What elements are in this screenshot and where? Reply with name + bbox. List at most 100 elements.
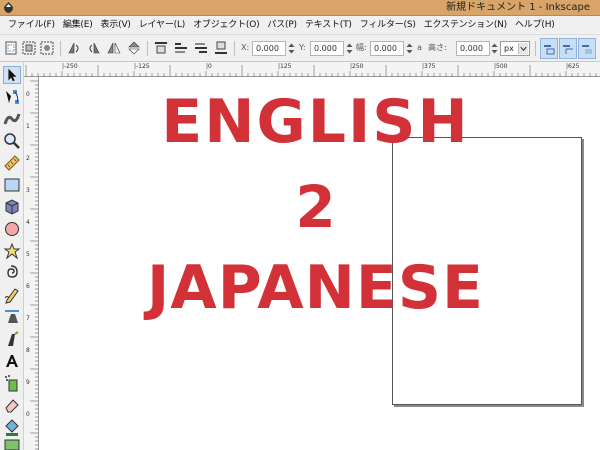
node-editor-icon — [6, 90, 19, 104]
v-ruler-label: 3 — [26, 187, 30, 194]
height-spinner-icon[interactable] — [490, 41, 499, 56]
rectangle-tool[interactable] — [3, 176, 21, 194]
toolbar-separator — [60, 41, 61, 56]
menu-edit[interactable]: 編集(E) — [59, 16, 97, 34]
menu-filters[interactable]: フィルター(S) — [356, 16, 420, 34]
v-ruler-label: 4 — [26, 219, 30, 226]
v-ruler-label: 9 — [26, 379, 30, 386]
spray-tool[interactable] — [3, 374, 21, 392]
x-spinner-icon[interactable] — [287, 41, 296, 56]
unit-select[interactable]: px — [500, 41, 530, 56]
flip-vertical-icon[interactable] — [126, 40, 142, 56]
ellipse-tool[interactable] — [3, 220, 21, 238]
menu-text[interactable]: テキスト(T) — [301, 16, 356, 34]
lower-to-bottom-icon[interactable] — [213, 40, 229, 56]
h-ruler-label: |250 — [350, 63, 364, 70]
horizontal-ruler-ticks — [25, 65, 597, 77]
eraser-icon — [5, 399, 19, 413]
chevron-down-icon — [518, 43, 528, 54]
y-field[interactable]: 0.000 — [310, 41, 344, 56]
eraser-tool[interactable] — [3, 396, 21, 414]
v-ruler-label: 6 — [26, 283, 30, 290]
menu-object[interactable]: オブジェクト(O) — [189, 16, 263, 34]
rotate-ccw-icon[interactable] — [66, 40, 82, 56]
x-field[interactable]: 0.000 — [252, 41, 286, 56]
v-ruler-label: 8 — [26, 347, 30, 354]
spiral-tool[interactable] — [3, 264, 21, 282]
vertical-ruler[interactable]: 0 1 2 3 4 5 6 7 8 9 0 — [24, 77, 39, 450]
deselect-icon[interactable] — [39, 40, 55, 56]
calligraphy-tool[interactable] — [3, 330, 21, 348]
scale-radius-toggle[interactable] — [559, 38, 577, 59]
horizontal-ruler[interactable]: |-250 |-125 |0 |125 |250 |375 |500 |625 — [24, 62, 600, 77]
width-label: 幅: — [356, 43, 367, 52]
menu-view[interactable]: 表示(V) — [97, 16, 135, 34]
gradient-tool[interactable] — [3, 438, 21, 450]
pencil-tool[interactable] — [3, 286, 21, 304]
ellipse-icon — [5, 222, 19, 236]
menu-file[interactable]: ファイル(F) — [4, 16, 59, 34]
node-tool[interactable] — [3, 88, 21, 106]
pen-icon — [5, 310, 19, 323]
menu-help[interactable]: ヘルプ(H) — [511, 16, 559, 34]
rotate-cw-icon[interactable] — [86, 40, 102, 56]
art-text-english[interactable]: ENGLISH — [39, 87, 596, 157]
pen-tool[interactable] — [3, 308, 21, 326]
tool-controls-bar: X: 0.000 Y: 0.000 幅: 0.000 a 高さ: 0.000 p… — [0, 34, 600, 62]
h-ruler-label: |625 — [566, 63, 580, 70]
art-text-japanese[interactable]: JAPANESE — [39, 253, 596, 323]
v-ruler-label: 5 — [26, 251, 30, 258]
spiral-icon — [7, 265, 18, 278]
pencil-icon — [4, 288, 19, 304]
flip-horizontal-icon[interactable] — [106, 40, 122, 56]
x-label: X: — [241, 43, 250, 52]
menu-path[interactable]: パス(P) — [263, 16, 300, 34]
inkscape-window: 新規ドキュメント 1 - Inkscape ファイル(F) 編集(E) 表示(V… — [0, 0, 600, 450]
3d-box-tool[interactable] — [3, 198, 21, 216]
width-spinner-icon[interactable] — [405, 41, 414, 56]
star-icon — [3, 242, 21, 260]
lock-ratio-toggle[interactable]: a — [417, 43, 422, 53]
vertical-ruler-ticks — [30, 80, 39, 450]
star-tool[interactable] — [3, 242, 21, 260]
h-ruler-label: |125 — [278, 63, 292, 70]
scale-stroke-toggle[interactable] — [540, 38, 558, 59]
h-ruler-label: |0 — [206, 63, 212, 70]
rectangle-icon — [4, 178, 20, 192]
zoom-tool[interactable] — [3, 132, 21, 150]
selector-tool[interactable] — [3, 66, 21, 84]
h-ruler-label: |-125 — [134, 63, 150, 70]
drawing-canvas[interactable]: ENGLISH 2 JAPANESE — [39, 77, 600, 450]
toolbar-separator — [147, 41, 148, 56]
y-spinner-icon[interactable] — [345, 41, 354, 56]
lower-icon[interactable] — [193, 40, 209, 56]
raise-icon[interactable] — [173, 40, 189, 56]
tweak-tool[interactable] — [3, 110, 21, 128]
v-ruler-label: 7 — [26, 315, 30, 322]
art-text-2[interactable]: 2 — [39, 173, 596, 241]
h-ruler-label: |-250 — [62, 63, 78, 70]
width-field[interactable]: 0.000 — [370, 41, 404, 56]
text-tool[interactable] — [3, 352, 21, 370]
menu-layer[interactable]: レイヤー(L) — [135, 16, 189, 34]
scale-stroke-icon — [544, 45, 555, 55]
menu-bar: ファイル(F) 編集(E) 表示(V) レイヤー(L) オブジェクト(O) パス… — [0, 16, 600, 34]
gradient-icon — [4, 439, 20, 450]
paint-bucket-tool[interactable] — [3, 418, 21, 436]
move-gradients-toggle[interactable] — [578, 38, 596, 59]
select-all-icon[interactable] — [3, 40, 19, 56]
zoom-icon — [4, 133, 20, 149]
window-title: 新規ドキュメント 1 - Inkscape — [446, 2, 590, 13]
toolbar-separator — [535, 41, 536, 56]
scale-corners-icon — [563, 45, 573, 54]
title-bar: 新規ドキュメント 1 - Inkscape — [0, 0, 600, 16]
toolbar-separator — [234, 41, 235, 56]
menu-extensions[interactable]: エクステンション(N) — [420, 16, 511, 34]
move-gradients-icon — [582, 45, 592, 54]
v-ruler-label: 0 — [26, 411, 30, 418]
height-field[interactable]: 0.000 — [456, 41, 490, 56]
raise-to-top-icon[interactable] — [153, 40, 169, 56]
select-all-layers-icon[interactable] — [21, 40, 37, 56]
text-icon — [6, 355, 18, 367]
measure-tool[interactable] — [3, 154, 21, 172]
